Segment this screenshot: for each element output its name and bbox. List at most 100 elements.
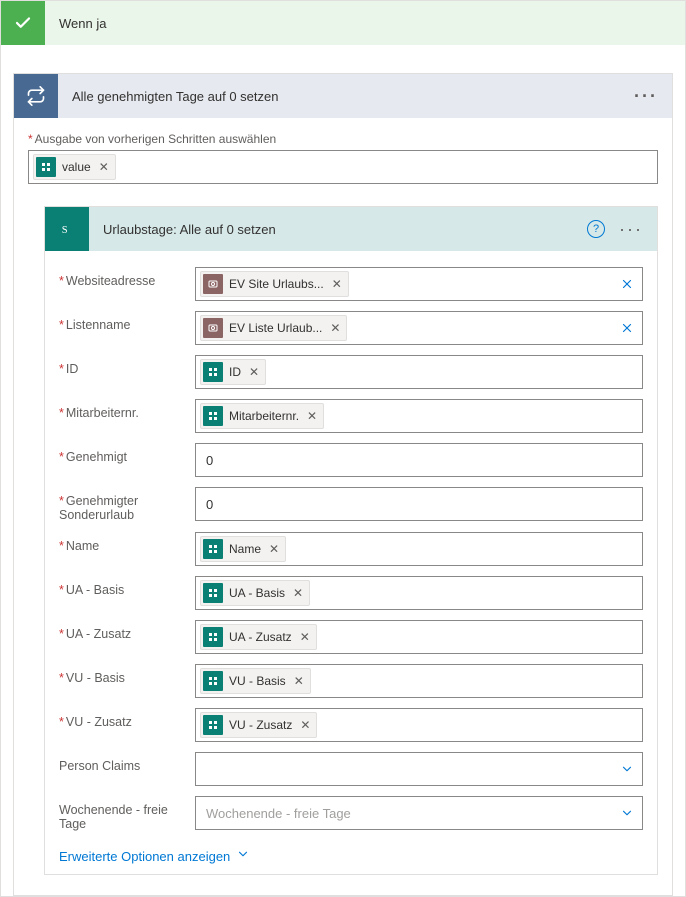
dynamic-token[interactable]: VU - Zusatz ✕	[200, 712, 317, 738]
token-remove-icon[interactable]: ✕	[330, 277, 344, 291]
dynamic-token[interactable]: UA - Basis✕	[200, 580, 310, 606]
token-remove-icon[interactable]: ✕	[298, 630, 312, 644]
field-input[interactable]: UA - Zusatz ✕	[195, 620, 643, 654]
loop-card: Alle genehmigten Tage auf 0 setzen ··· A…	[13, 73, 673, 896]
action-header[interactable]: S Urlaubstage: Alle auf 0 setzen ? ···	[45, 207, 657, 251]
environment-variable-icon	[203, 318, 223, 338]
sharepoint-icon	[203, 539, 223, 559]
field-control: ID ✕	[195, 355, 643, 389]
checkmark-icon	[1, 1, 45, 45]
loop-more-button[interactable]: ···	[634, 91, 672, 101]
field-input[interactable]: Mitarbeiternr.✕	[195, 399, 643, 433]
token-label: VU - Zusatz	[229, 718, 292, 732]
help-icon[interactable]: ?	[587, 220, 605, 238]
chevron-down-icon[interactable]	[620, 762, 634, 776]
field-label: Mitarbeiternr.	[59, 399, 195, 420]
form-row: UA - Zusatz UA - Zusatz ✕	[59, 620, 643, 654]
dynamic-token[interactable]: ID ✕	[200, 359, 266, 385]
svg-text:S: S	[62, 225, 68, 236]
token-label: EV Site Urlaubs...	[229, 277, 324, 291]
field-control: EV Liste Urlaub... ✕	[195, 311, 643, 345]
condition-branch-header[interactable]: Wenn ja	[1, 1, 685, 45]
form-row: Genehmigt0	[59, 443, 643, 477]
token-label: EV Liste Urlaub...	[229, 321, 322, 335]
token-remove-icon[interactable]: ✕	[305, 409, 319, 423]
condition-branch-card: Wenn ja Alle genehmigten Tage auf 0 setz…	[0, 0, 686, 897]
field-input[interactable]: EV Site Urlaubs... ✕	[195, 267, 643, 301]
field-control: EV Site Urlaubs... ✕	[195, 267, 643, 301]
loop-body: Ausgabe von vorherigen Schritten auswähl…	[14, 118, 672, 895]
field-control: 0	[195, 487, 643, 521]
clear-icon[interactable]	[620, 277, 634, 291]
field-label: VU - Basis	[59, 664, 195, 685]
loop-header[interactable]: Alle genehmigten Tage auf 0 setzen ···	[14, 74, 672, 118]
token-remove-icon[interactable]: ✕	[292, 674, 306, 688]
form-row: ID ID ✕	[59, 355, 643, 389]
field-input[interactable]: 0	[195, 443, 643, 477]
clear-icon[interactable]	[620, 321, 634, 335]
action-body: Websiteadresse EV Site Urlaubs... ✕ Listenn…	[45, 251, 657, 874]
field-label: Listenname	[59, 311, 195, 332]
dynamic-token[interactable]: UA - Zusatz ✕	[200, 624, 317, 650]
chevron-down-icon[interactable]	[620, 806, 634, 820]
dynamic-token[interactable]: EV Site Urlaubs... ✕	[200, 271, 349, 297]
token-remove-icon[interactable]: ✕	[267, 542, 281, 556]
sharepoint-icon	[203, 583, 223, 603]
field-label: Genehmigt	[59, 443, 195, 464]
form-row: Genehmigter Sonderurlaub 0	[59, 487, 643, 522]
token-remove-icon[interactable]: ✕	[298, 718, 312, 732]
form-row: VU - BasisVU - Basis✕	[59, 664, 643, 698]
field-input[interactable]: ID ✕	[195, 355, 643, 389]
field-input[interactable]: VU - Basis✕	[195, 664, 643, 698]
action-header-actions: ? ···	[587, 220, 657, 238]
loop-select-input[interactable]: value ✕	[28, 150, 658, 184]
field-input[interactable]	[195, 752, 643, 786]
action-card: S Urlaubstage: Alle auf 0 setzen ? ··· W…	[44, 206, 658, 875]
form-row: Person Claims	[59, 752, 643, 786]
token-remove-icon[interactable]: ✕	[247, 365, 261, 379]
token-remove-icon[interactable]: ✕	[328, 321, 342, 335]
loop-icon	[14, 74, 58, 118]
field-input[interactable]: Wochenende - freie Tage	[195, 796, 643, 830]
token-label: Name	[229, 542, 261, 556]
field-placeholder: Wochenende - freie Tage	[200, 806, 351, 821]
sharepoint-icon	[203, 671, 223, 691]
field-label: ID	[59, 355, 195, 376]
field-input[interactable]: UA - Basis✕	[195, 576, 643, 610]
action-more-button[interactable]: ···	[619, 224, 643, 234]
dynamic-token[interactable]: Name ✕	[200, 536, 286, 562]
loop-select-label: Ausgabe von vorherigen Schritten auswähl…	[28, 132, 658, 146]
field-label: UA - Zusatz	[59, 620, 195, 641]
chevron-down-icon	[236, 847, 250, 861]
token-label: ID	[229, 365, 241, 379]
field-label: Websiteadresse	[59, 267, 195, 288]
field-control: Wochenende - freie Tage	[195, 796, 643, 830]
token-remove-icon[interactable]: ✕	[97, 160, 111, 174]
dynamic-token[interactable]: Mitarbeiternr.✕	[200, 403, 324, 429]
field-label: Name	[59, 532, 195, 553]
sharepoint-icon	[36, 157, 56, 177]
field-input[interactable]: VU - Zusatz ✕	[195, 708, 643, 742]
dynamic-token[interactable]: EV Liste Urlaub... ✕	[200, 315, 347, 341]
field-control	[195, 752, 643, 786]
form-row: UA - BasisUA - Basis✕	[59, 576, 643, 610]
token-label: value	[62, 160, 91, 174]
field-control: UA - Zusatz ✕	[195, 620, 643, 654]
sharepoint-icon	[203, 362, 223, 382]
dynamic-token[interactable]: VU - Basis✕	[200, 668, 311, 694]
token-label: UA - Zusatz	[229, 630, 292, 644]
field-input[interactable]: 0	[195, 487, 643, 521]
form-row: Websiteadresse EV Site Urlaubs... ✕	[59, 267, 643, 301]
token-remove-icon[interactable]: ✕	[291, 586, 305, 600]
field-input[interactable]: EV Liste Urlaub... ✕	[195, 311, 643, 345]
sharepoint-icon	[203, 627, 223, 647]
field-control: Name ✕	[195, 532, 643, 566]
field-label: Genehmigter Sonderurlaub	[59, 487, 195, 522]
token-value[interactable]: value ✕	[33, 154, 116, 180]
condition-body: Alle genehmigten Tage auf 0 setzen ··· A…	[1, 45, 685, 896]
field-value: 0	[200, 497, 213, 512]
advanced-options-toggle[interactable]: Erweiterte Optionen anzeigen	[59, 841, 643, 864]
field-input[interactable]: Name ✕	[195, 532, 643, 566]
form-row: Mitarbeiternr.Mitarbeiternr.✕	[59, 399, 643, 433]
field-control: 0	[195, 443, 643, 477]
